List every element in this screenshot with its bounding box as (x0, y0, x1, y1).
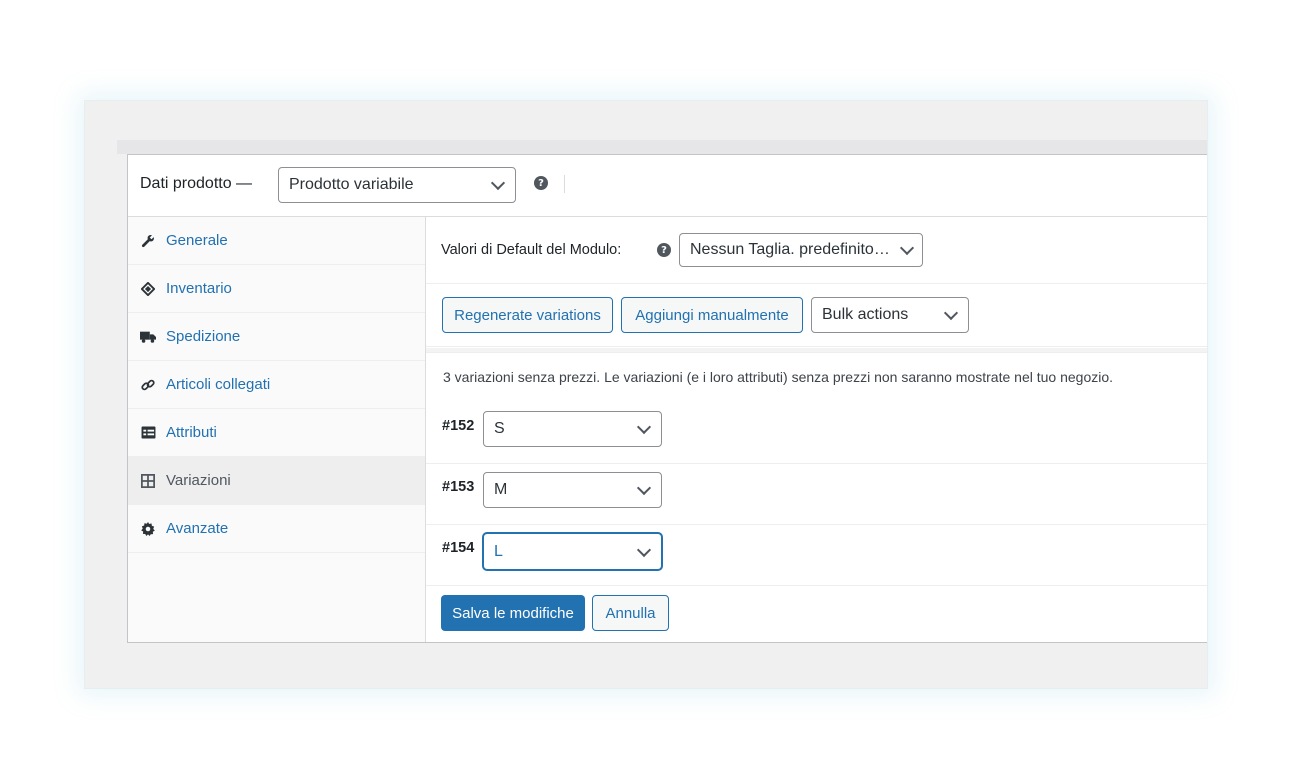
chevron-down-icon (636, 419, 652, 435)
help-icon[interactable]: ? (534, 176, 548, 190)
product-type-select[interactable]: Prodotto variabile (278, 167, 516, 203)
variation-size-select[interactable]: L (483, 533, 662, 570)
tab-label: Articoli collegati (166, 376, 271, 393)
product-data-panel: Dati prodotto — Prodotto variabile ? Gen… (127, 154, 1207, 643)
default-values-row: Valori di Default del Modulo: ? Nessun T… (426, 217, 1207, 284)
tab-label: Spedizione (166, 328, 241, 345)
product-data-tabs: Generale Inventario Spedizione Articoli … (128, 217, 426, 642)
save-changes-button[interactable]: Salva le modifiche (441, 595, 585, 631)
tab-label: Generale (166, 232, 228, 249)
tab-inventario[interactable]: Inventario (128, 265, 425, 313)
cancel-button[interactable]: Annulla (592, 595, 669, 631)
tab-label: Inventario (166, 280, 232, 297)
divider (564, 175, 565, 193)
variation-id: #154 (442, 540, 475, 556)
tag-icon (140, 281, 156, 297)
variation-size-value: M (494, 481, 508, 498)
top-strip (117, 140, 1207, 154)
variation-id: #153 (442, 479, 475, 495)
product-type-value: Prodotto variabile (289, 176, 414, 193)
divider (426, 348, 1207, 353)
variation-size-value: S (494, 420, 505, 437)
variation-size-value: L (494, 542, 503, 560)
chevron-down-icon (636, 542, 652, 557)
tab-articoli-collegati[interactable]: Articoli collegati (128, 361, 425, 409)
tab-attributi[interactable]: Attributi (128, 409, 425, 457)
gear-icon (140, 521, 156, 537)
grid-icon (140, 473, 156, 489)
tab-label: Variazioni (166, 472, 231, 489)
variation-row: #153 M (426, 464, 1207, 525)
variation-size-select[interactable]: S (483, 411, 662, 447)
missing-price-notice: 3 variazioni senza prezzi. Le variazioni… (443, 369, 1114, 385)
regenerate-variations-button[interactable]: Regenerate variations (442, 297, 613, 333)
wrench-icon (140, 233, 156, 249)
add-manually-button[interactable]: Aggiungi manualmente (621, 297, 803, 333)
table-icon (140, 425, 156, 441)
default-size-select[interactable]: Nessun Taglia. predefinito… (679, 233, 923, 267)
chevron-down-icon (636, 480, 652, 496)
screenshot-frame: Dati prodotto — Prodotto variabile ? Gen… (84, 100, 1208, 689)
variation-size-select[interactable]: M (483, 472, 662, 508)
variation-id: #152 (442, 418, 475, 434)
tab-variazioni[interactable]: Variazioni (128, 457, 425, 505)
default-size-value: Nessun Taglia. predefinito… (690, 241, 890, 258)
tab-generale[interactable]: Generale (128, 217, 425, 265)
variation-row: #152 S (426, 403, 1207, 464)
chevron-down-icon (943, 305, 959, 321)
help-icon[interactable]: ? (657, 243, 671, 257)
link-icon (140, 377, 156, 393)
truck-icon (140, 329, 156, 345)
tab-label: Avanzate (166, 520, 229, 537)
variation-actions-row: Regenerate variations Aggiungi manualmen… (426, 284, 1207, 347)
panel-title: Dati prodotto — (140, 175, 253, 192)
tab-label: Attributi (166, 424, 217, 441)
default-values-label: Valori di Default del Modulo: (441, 242, 622, 258)
variations-panel: Valori di Default del Modulo: ? Nessun T… (426, 217, 1207, 642)
save-row: Salva le modifiche Annulla (426, 585, 1207, 642)
bulk-actions-select[interactable]: Bulk actions (811, 297, 969, 333)
tab-spedizione[interactable]: Spedizione (128, 313, 425, 361)
chevron-down-icon (899, 240, 915, 256)
chevron-down-icon (490, 175, 506, 191)
tab-avanzate[interactable]: Avanzate (128, 505, 425, 553)
variation-row: #154 L (426, 525, 1207, 586)
bulk-actions-value: Bulk actions (822, 306, 909, 323)
panel-header: Dati prodotto — Prodotto variabile ? (128, 155, 1207, 217)
